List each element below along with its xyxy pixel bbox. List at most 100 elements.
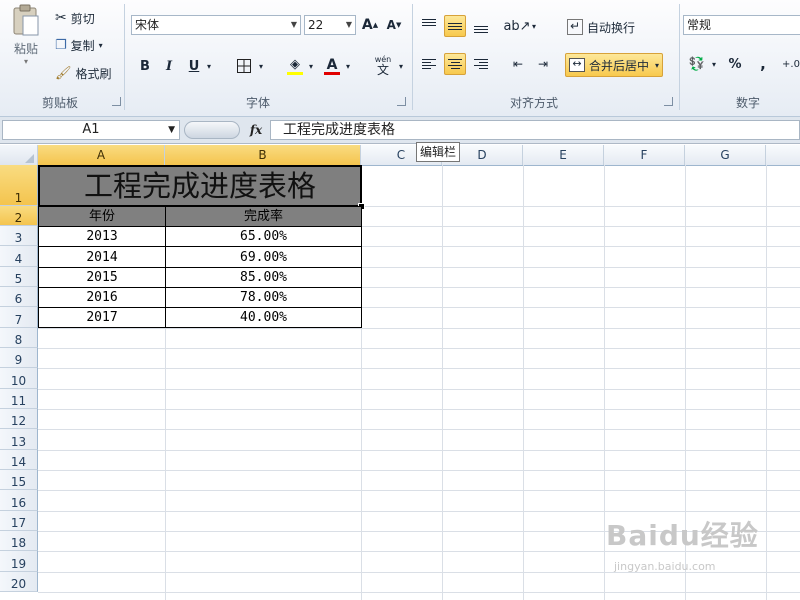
chevron-down-icon[interactable]: ▾: [708, 53, 720, 75]
align-middle-button[interactable]: [444, 15, 466, 37]
align-center-icon: [448, 59, 462, 69]
header-cell-year[interactable]: 年份: [38, 206, 166, 227]
column-header-f[interactable]: F: [604, 145, 685, 165]
font-name-combo[interactable]: 宋体 ▼: [131, 15, 301, 35]
table-cell[interactable]: 2016: [38, 287, 166, 308]
row-header[interactable]: 13: [0, 429, 38, 450]
increase-decimal-button[interactable]: +.0: [782, 53, 800, 75]
group-divider: [412, 4, 413, 110]
formula-input[interactable]: 工程完成进度表格: [270, 120, 800, 140]
font-color-swatch: [324, 71, 340, 75]
font-dialog-launcher[interactable]: [397, 97, 406, 106]
copy-button[interactable]: ❐ 复制 ▾: [55, 35, 103, 55]
borders-button[interactable]: [233, 55, 255, 77]
row-header[interactable]: 5: [0, 267, 38, 287]
insert-function-button[interactable]: fx: [246, 121, 266, 139]
row-header[interactable]: 4: [0, 246, 38, 267]
chevron-down-icon: ▼: [168, 125, 175, 135]
column-header-b[interactable]: B: [165, 145, 361, 165]
column-header-e[interactable]: E: [523, 145, 604, 165]
chevron-down-icon[interactable]: ▾: [342, 55, 354, 77]
alignment-dialog-launcher[interactable]: [664, 97, 673, 106]
column-header-a[interactable]: A: [38, 145, 165, 165]
font-name-value: 宋体: [135, 18, 160, 32]
row-header[interactable]: 11: [0, 389, 38, 409]
table-cell[interactable]: 69.00%: [165, 246, 362, 268]
align-bottom-button[interactable]: [470, 15, 492, 37]
grid-line: [766, 165, 767, 600]
font-size-value: 22: [308, 18, 324, 32]
italic-button[interactable]: I: [158, 55, 180, 77]
borders-icon: [237, 59, 251, 73]
align-center-button[interactable]: [444, 53, 466, 75]
fill-color-button[interactable]: ◈: [284, 55, 306, 77]
table-cell[interactable]: 2013: [38, 226, 166, 247]
clipboard-dialog-launcher[interactable]: [112, 97, 121, 106]
chevron-down-icon[interactable]: ▾: [203, 55, 215, 77]
grow-font-button[interactable]: A ▲: [359, 14, 381, 36]
decrease-indent-button[interactable]: ⇤: [507, 53, 529, 75]
table-cell[interactable]: 65.00%: [165, 226, 362, 247]
shrink-font-button[interactable]: A ▼: [383, 14, 405, 36]
select-all-corner[interactable]: [0, 145, 38, 165]
row-header[interactable]: 7: [0, 307, 38, 328]
paste-button[interactable]: 粘贴 ▾: [6, 4, 46, 84]
wrap-text-label: 自动换行: [587, 20, 636, 35]
table-cell[interactable]: 78.00%: [165, 287, 362, 308]
merge-center-button[interactable]: ↔ 合并后居中 ▾: [565, 53, 664, 77]
merged-title-cell[interactable]: 工程完成进度表格: [38, 165, 362, 207]
format-painter-button[interactable]: 🖌 格式刷: [55, 63, 112, 83]
wrap-text-button[interactable]: ↵ 自动换行: [567, 16, 635, 38]
row-header[interactable]: 15: [0, 470, 38, 490]
fill-color-swatch: [287, 71, 303, 75]
row-header[interactable]: 8: [0, 328, 38, 348]
align-left-button[interactable]: [418, 53, 440, 75]
table-cell[interactable]: 85.00%: [165, 267, 362, 288]
font-color-button[interactable]: A: [321, 55, 343, 77]
underline-button[interactable]: U: [183, 55, 205, 77]
row-header[interactable]: 17: [0, 511, 38, 531]
chevron-down-icon[interactable]: ▾: [395, 55, 407, 77]
increase-indent-button[interactable]: ⇥: [532, 53, 554, 75]
row-header[interactable]: 9: [0, 348, 38, 368]
copy-label: 复制: [70, 38, 95, 53]
table-cell[interactable]: 2015: [38, 267, 166, 288]
cut-button[interactable]: ✂ 剪切: [55, 8, 95, 28]
row-header[interactable]: 12: [0, 409, 38, 429]
chevron-down-icon[interactable]: ▾: [305, 55, 317, 77]
column-header-g[interactable]: G: [685, 145, 766, 165]
name-box[interactable]: A1 ▼: [2, 120, 180, 140]
row-header[interactable]: 18: [0, 531, 38, 551]
chevron-down-icon[interactable]: ▾: [528, 15, 540, 37]
table-cell[interactable]: 40.00%: [165, 307, 362, 328]
row-header[interactable]: 16: [0, 490, 38, 511]
row-header[interactable]: 2: [0, 206, 38, 226]
font-size-combo[interactable]: 22 ▼: [304, 15, 356, 35]
phonetic-guide-button[interactable]: wén 文: [370, 55, 396, 77]
grid-line: [38, 490, 800, 491]
number-format-combo[interactable]: 常规: [683, 15, 800, 35]
align-top-button[interactable]: [418, 15, 440, 37]
row-header[interactable]: 14: [0, 450, 38, 470]
row-header[interactable]: 1: [0, 165, 38, 206]
paint-bucket-icon: ◈: [290, 56, 300, 72]
header-cell-rate[interactable]: 完成率: [165, 206, 362, 227]
chevron-down-icon[interactable]: ▾: [255, 55, 267, 77]
row-header[interactable]: 19: [0, 551, 38, 572]
bold-button[interactable]: B: [134, 55, 156, 77]
orientation-button[interactable]: ab↗: [503, 15, 530, 37]
formula-bar-splitter[interactable]: [184, 121, 240, 139]
align-right-button[interactable]: [470, 53, 492, 75]
row-header[interactable]: 20: [0, 572, 38, 592]
percent-style-button[interactable]: %: [724, 53, 746, 75]
table-cell[interactable]: 2017: [38, 307, 166, 328]
row-header[interactable]: 6: [0, 287, 38, 307]
comma-style-button[interactable]: ,: [752, 53, 774, 75]
row-header[interactable]: 3: [0, 226, 38, 246]
align-bottom-icon: [474, 19, 488, 33]
accounting-format-button[interactable]: 💱: [686, 53, 708, 75]
grid-line: [38, 328, 800, 329]
chevron-down-icon: ▾: [655, 60, 660, 70]
row-header[interactable]: 10: [0, 368, 38, 389]
table-cell[interactable]: 2014: [38, 246, 166, 268]
